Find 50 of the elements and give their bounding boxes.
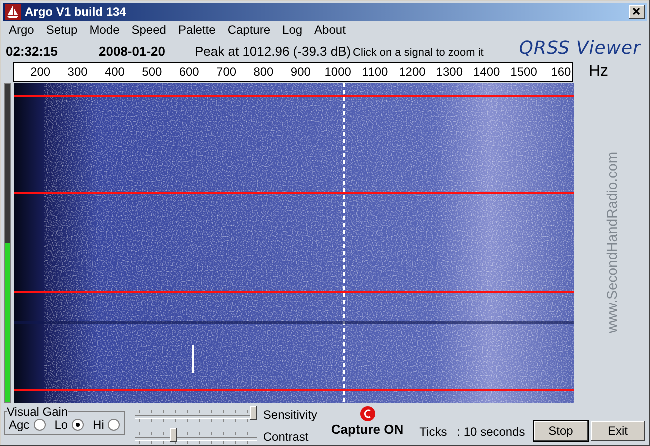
action-button[interactable]: Exit: [591, 420, 645, 441]
spectrogram-drawing[interactable]: [14, 82, 574, 403]
capture-status: Capture ON: [331, 422, 404, 437]
radio-label: Agc: [9, 418, 30, 432]
slider-thumb[interactable]: [250, 406, 258, 420]
close-icon[interactable]: [629, 4, 645, 19]
menu-item[interactable]: Mode: [84, 23, 126, 38]
menu-item[interactable]: About: [308, 23, 352, 38]
website-text: www.SecondHandRadio.com: [604, 152, 620, 334]
menu-item[interactable]: Capture: [222, 23, 277, 38]
radio-button[interactable]: [72, 419, 84, 432]
menu-item[interactable]: Speed: [126, 23, 172, 38]
slider-label: Contrast: [263, 430, 309, 444]
slider-thumb[interactable]: [170, 428, 177, 442]
date-label: 2008-01-20: [99, 44, 166, 60]
ticks-label: Ticks: [420, 424, 448, 439]
app-logo: QRSS Viewer: [519, 38, 641, 60]
peak-label: Peak at 1012.96 (-39.3 dB): [195, 44, 352, 60]
ruler-label: 300: [66, 65, 89, 80]
ruler-label: 1400: [472, 65, 502, 80]
ruler-label: 900: [290, 65, 312, 80]
window-title: Argo V1 build 134: [25, 4, 128, 19]
ruler-label: 1100: [361, 65, 390, 80]
ruler-label: 1500: [510, 65, 538, 80]
ruler-label: 1300: [435, 65, 464, 80]
slider-label: Sensitivity: [263, 408, 318, 422]
time-label: 02:32:15: [6, 44, 60, 60]
group-title: Visual Gain: [7, 404, 68, 419]
action-button[interactable]: Stop: [534, 420, 588, 441]
unit-label: Hz: [589, 63, 609, 82]
ticks-value: : 10 seconds: [457, 424, 526, 439]
menu-item[interactable]: Palette: [172, 23, 222, 38]
radio-label: Hi: [93, 418, 104, 432]
ruler-label: 600: [178, 65, 200, 80]
ruler-label: 1000: [324, 65, 352, 80]
radio-button[interactable]: [108, 419, 120, 432]
radio-button[interactable]: [34, 419, 46, 432]
menu-item[interactable]: Argo: [3, 23, 40, 38]
ruler-label: 1200: [398, 65, 427, 80]
radio-label: Lo: [54, 418, 68, 432]
ruler-label: 400: [104, 65, 126, 80]
hint-text: Click on a signal to zoom it: [353, 47, 484, 60]
ruler-label: 200: [30, 65, 52, 80]
menu-item[interactable]: Setup: [40, 23, 84, 38]
ruler-label: 160: [550, 65, 572, 80]
sailboat-icon: [5, 4, 21, 20]
ruler-label: 800: [252, 65, 275, 80]
ruler-label: 700: [216, 65, 238, 80]
menu-item[interactable]: Log: [276, 23, 309, 38]
ruler-label: 500: [141, 65, 164, 80]
